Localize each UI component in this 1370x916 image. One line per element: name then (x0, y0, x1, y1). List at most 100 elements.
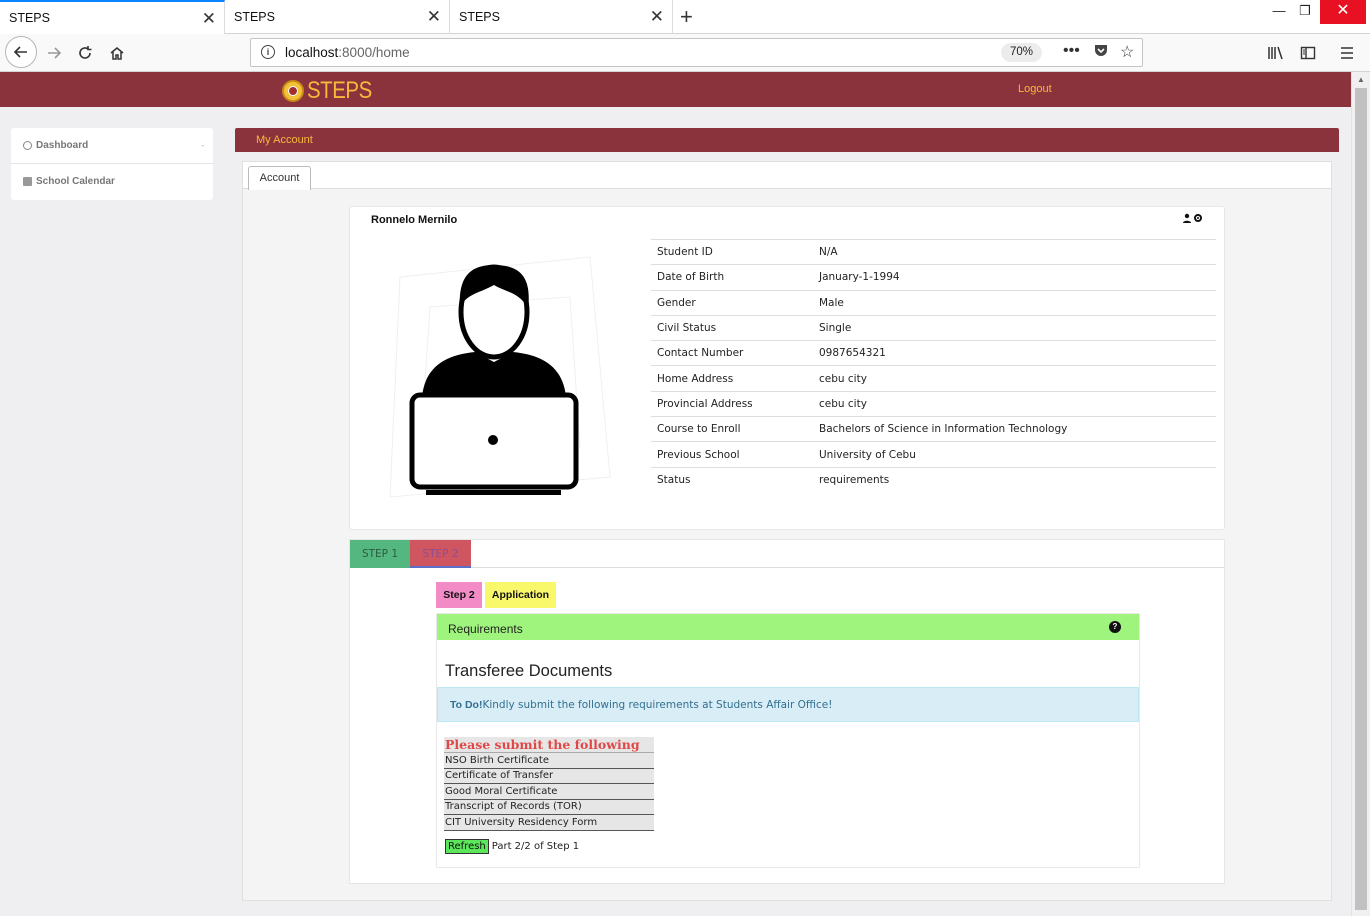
list-item-text: Good Moral Certificate (444, 783, 654, 800)
list-item: CIT University Residency Form (444, 814, 654, 831)
calendar-icon (23, 177, 32, 186)
tab-step-2[interactable]: STEP 2 (410, 540, 471, 568)
window-close-icon[interactable]: ✕ (1320, 0, 1366, 24)
browser-tab-title: STEPS (459, 10, 500, 24)
pocket-icon[interactable] (1093, 42, 1109, 63)
field-value: Single (819, 322, 852, 335)
table-row: Civil Status Single (651, 315, 1216, 340)
section-title: Transferee Documents (445, 662, 613, 680)
list-item-text: Certificate of Transfer (444, 768, 654, 784)
address-bar[interactable]: i localhost:8000/home 70% ••• ☆ (250, 38, 1143, 67)
table-row: Provincial Address cebu city (651, 391, 1216, 416)
table-row: Status requirements (651, 467, 1216, 492)
step-tab-bar: STEP 1 STEP 2 (350, 540, 1224, 568)
help-question-icon[interactable]: ? (1109, 621, 1121, 633)
site-info-icon[interactable]: i (261, 45, 275, 59)
back-arrow-icon[interactable] (5, 36, 37, 68)
list-item-text: Transcript of Records (TOR) (444, 799, 654, 815)
sidebar-item-school-calendar[interactable]: School Calendar (23, 176, 115, 187)
list-item-text: NSO Birth Certificate (444, 752, 654, 769)
sidebar-item-label: Dashboard (36, 140, 89, 151)
scrollbar-thumb[interactable] (1355, 88, 1367, 910)
library-icon[interactable] (1262, 39, 1290, 67)
browser-tab-bar: STEPS ✕ STEPS ✕ STEPS ✕ + — ❐ ✕ (0, 0, 1370, 34)
browser-tab-title: STEPS (234, 10, 275, 24)
student-info-table: Student ID N/A Date of Birth January-1-199… (651, 239, 1216, 492)
todo-alert: To Do!Kindly submit the following requir… (437, 687, 1139, 722)
bookmark-star-icon[interactable]: ☆ (1120, 42, 1134, 62)
account-panel: Account Ronnelo Mernilo Student ID N/A D… (242, 161, 1332, 901)
table-row: Gender Male (651, 290, 1216, 315)
part-text: Part 2/2 of Step 1 (491, 841, 580, 852)
page-actions-icon[interactable]: ••• (1063, 42, 1080, 60)
page-scrollbar[interactable]: ▲ (1351, 72, 1370, 916)
tab-account[interactable]: Account (248, 166, 311, 190)
list-item: Good Moral Certificate (444, 783, 654, 800)
field-label: Course to Enroll (657, 423, 741, 436)
site-logo[interactable]: STEPS (282, 77, 383, 105)
field-label: Previous School (657, 448, 740, 461)
tab-step-1[interactable]: STEP 1 (350, 540, 410, 568)
browser-tab-2[interactable]: STEPS ✕ (225, 0, 450, 34)
menu-hamburger-icon[interactable] (1333, 39, 1361, 67)
steps-panel: STEP 1 STEP 2 Step 2 Application Require… (349, 539, 1225, 884)
avatar (389, 256, 611, 498)
browser-nav-bar: i localhost:8000/home 70% ••• ☆ (0, 34, 1370, 72)
divider (11, 163, 213, 164)
chevron-down-icon[interactable]: - (201, 141, 204, 150)
field-value: January-1-1994 (819, 271, 900, 284)
table-row: Student ID N/A (651, 239, 1216, 265)
restore-icon[interactable]: ❐ (1292, 0, 1318, 24)
list-item: NSO Birth Certificate (444, 752, 654, 769)
reload-icon[interactable] (71, 39, 99, 67)
close-tab-icon[interactable]: ✕ (427, 7, 441, 27)
application-chip: Application (485, 582, 556, 608)
account-tab-bar: Account (243, 162, 1331, 190)
zoom-level[interactable]: 70% (1001, 43, 1043, 62)
my-account-header: My Account (235, 128, 1339, 152)
list-header: Please submit the following (444, 737, 654, 753)
logout-link[interactable]: Logout (1018, 83, 1052, 95)
todo-label: To Do! (450, 699, 483, 711)
field-label: Provincial Address (657, 397, 753, 410)
todo-text: Kindly submit the following requirements… (482, 699, 833, 711)
new-tab-icon[interactable]: + (680, 4, 693, 30)
refresh-button[interactable]: Refresh (445, 839, 489, 854)
url-text[interactable]: localhost:8000/home (285, 45, 410, 60)
site-header: STEPS Logout (0, 72, 1351, 107)
field-label: Civil Status (657, 322, 717, 335)
requirements-header: Requirements ? (437, 614, 1139, 640)
panel-title: My Account (256, 134, 313, 146)
page-viewport: STEPS Logout Dashboard - School Calendar… (0, 72, 1351, 916)
close-tab-icon[interactable]: ✕ (202, 9, 216, 29)
field-label: Student ID (657, 246, 713, 259)
sidebar-item-dashboard[interactable]: Dashboard (23, 140, 88, 151)
home-icon[interactable] (103, 39, 131, 67)
table-row: Course to Enroll Bachelors of Science in … (651, 416, 1216, 442)
sidebar-toggle-icon[interactable] (1294, 39, 1322, 67)
requirements-list: Please submit the following NSO Birth Ce… (444, 737, 654, 831)
field-value: requirements (819, 474, 890, 487)
table-row: Previous School University of Cebu (651, 441, 1216, 467)
field-value: cebu city (819, 372, 867, 385)
school-seal-icon (282, 80, 304, 102)
table-row: Home Address cebu city (651, 365, 1216, 391)
table-row: Date of Birth January-1-1994 (651, 264, 1216, 290)
field-label: Home Address (657, 372, 734, 385)
field-value: Male (819, 296, 844, 309)
field-label: Status (657, 474, 691, 487)
field-label: Gender (657, 296, 696, 309)
field-value: Bachelors of Science in Information Tech… (819, 423, 1068, 436)
field-value: 0987654321 (819, 347, 886, 360)
close-tab-icon[interactable]: ✕ (650, 7, 664, 27)
student-name: Ronnelo Mernilo (371, 214, 458, 226)
scroll-up-icon[interactable]: ▲ (1357, 75, 1365, 84)
field-label: Contact Number (657, 347, 744, 360)
url-path: :8000/home (338, 45, 410, 60)
forward-arrow-icon[interactable] (40, 39, 68, 67)
minimize-icon[interactable]: — (1266, 0, 1292, 24)
browser-tab-1[interactable]: STEPS ✕ (0, 0, 225, 34)
sidebar-item-label: School Calendar (36, 176, 115, 187)
profile-settings-icon[interactable] (1183, 213, 1203, 226)
browser-tab-3[interactable]: STEPS ✕ (450, 0, 673, 34)
